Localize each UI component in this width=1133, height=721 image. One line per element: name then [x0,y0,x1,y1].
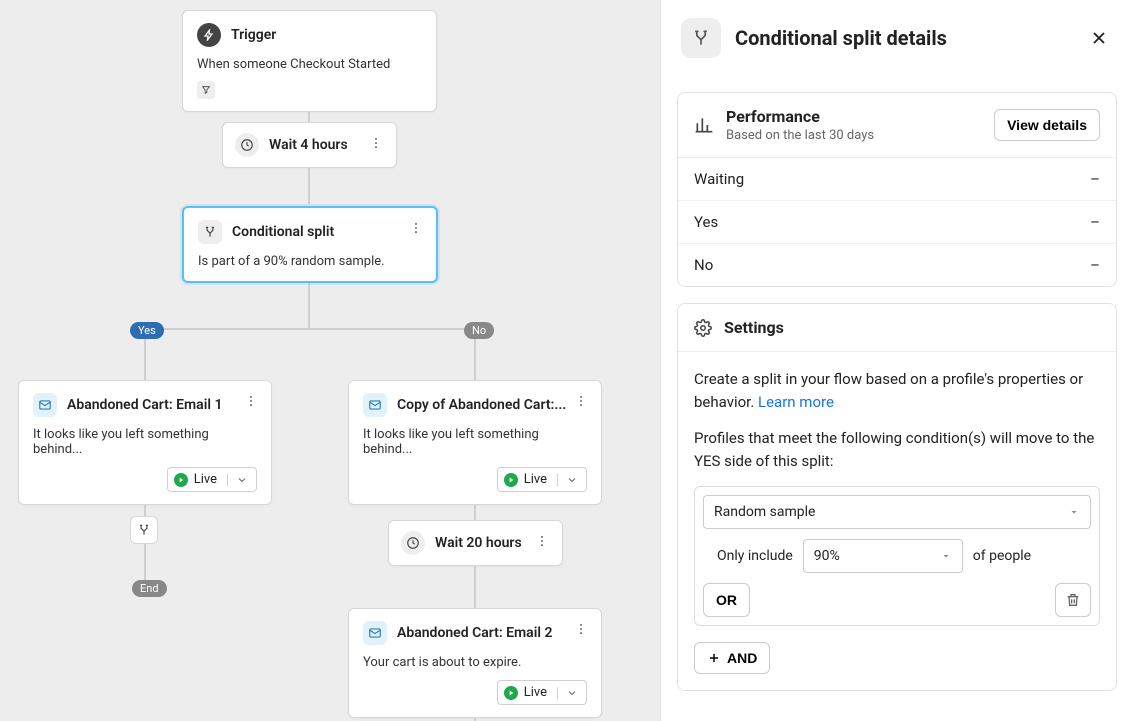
status-select[interactable]: Live [497,680,587,705]
branch-yes-badge: Yes [130,322,164,339]
add-and-button[interactable]: AND [694,642,770,674]
wait-node-1[interactable]: Wait 4 hours [222,122,397,168]
email-node-no[interactable]: Copy of Abandoned Cart:... It looks like… [348,380,602,505]
learn-more-link[interactable]: Learn more [758,393,834,411]
condition-type-value: Random sample [714,504,815,520]
status-label: Live [194,472,217,487]
condition-box: Random sample Only include 90% [694,486,1100,626]
trash-icon [1065,592,1081,608]
email-node-yes[interactable]: Abandoned Cart: Email 1 It looks like yo… [18,380,272,505]
filter-icon [197,81,215,99]
performance-panel: Performance Based on the last 30 days Vi… [677,92,1117,287]
node-menu-button[interactable] [366,133,386,153]
status-select[interactable]: Live [167,467,257,492]
trigger-node[interactable]: Trigger When someone Checkout Started [182,10,437,112]
email-desc: Your cart is about to expire. [363,655,587,670]
node-menu-button[interactable] [241,391,261,411]
mail-icon [363,393,387,417]
email-desc: It looks like you left something behind.… [363,427,587,457]
of-people-label: of people [973,548,1031,564]
stat-value: – [1090,213,1100,231]
stat-label: Yes [694,213,718,231]
clock-icon [401,531,425,555]
email-desc: It looks like you left something behind.… [33,427,257,457]
settings-title: Settings [724,318,784,337]
gear-icon [694,319,712,337]
split-title: Conditional split [232,224,334,240]
play-icon [504,473,518,487]
play-icon [174,473,188,487]
branch-end-badge: End [132,580,167,597]
connector [308,280,310,328]
split-desc: Is part of a 90% random sample. [198,254,422,269]
connector [144,328,474,330]
status-select[interactable]: Live [497,467,587,492]
chevron-down-icon [227,474,248,486]
chevron-down-icon [940,550,952,562]
status-label: Live [524,685,547,700]
settings-blurb-1: Create a split in your flow based on a p… [694,368,1100,413]
condition-type-select[interactable]: Random sample [703,495,1091,529]
chevron-down-icon [557,687,578,699]
stat-label: No [694,256,713,274]
percent-value: 90% [814,548,840,564]
or-button[interactable]: OR [703,583,750,617]
settings-blurb-2: Profiles that meet the following conditi… [694,427,1100,472]
and-label: AND [727,650,757,666]
split-icon [198,220,222,244]
branch-no-badge: No [464,322,494,339]
node-menu-button[interactable] [571,619,591,639]
stat-value: – [1090,256,1100,274]
status-label: Live [524,472,547,487]
bar-chart-icon [694,115,714,135]
mail-icon [363,621,387,645]
chevron-down-icon [1068,506,1080,518]
node-menu-button[interactable] [571,391,591,411]
wait-label: Wait 4 hours [269,137,348,153]
email-title: Abandoned Cart: Email 2 [397,625,552,641]
settings-text: Create a split in your flow based on a p… [694,370,1083,411]
performance-subtitle: Based on the last 30 days [726,128,982,143]
node-menu-button[interactable] [532,531,552,551]
stat-row-no: No – [678,243,1116,286]
panel-title: Conditional split details [735,26,1071,50]
node-menu-button[interactable] [406,218,426,238]
split-icon [681,18,721,58]
stat-value: – [1090,170,1100,188]
stat-row-yes: Yes – [678,200,1116,243]
view-details-button[interactable]: View details [994,109,1100,141]
trigger-title: Trigger [231,27,276,43]
mail-icon [33,393,57,417]
bolt-icon [197,23,221,47]
plus-icon [707,651,721,665]
trigger-desc: When someone Checkout Started [197,57,422,72]
chevron-down-icon [557,474,578,486]
conditional-split-node[interactable]: Conditional split Is part of a 90% rando… [182,206,438,283]
clock-icon [235,133,259,157]
split-node-mini[interactable] [130,516,158,544]
wait-node-2[interactable]: Wait 20 hours [388,520,563,566]
settings-panel: Settings Create a split in your flow bas… [677,303,1117,691]
email-title: Abandoned Cart: Email 1 [67,397,222,413]
stat-label: Waiting [694,170,744,188]
delete-condition-button[interactable] [1055,583,1091,617]
email-title: Copy of Abandoned Cart:... [397,397,566,413]
stat-row-waiting: Waiting – [678,158,1116,200]
performance-title: Performance [726,107,820,126]
email-node-2[interactable]: Abandoned Cart: Email 2 Your cart is abo… [348,608,602,718]
details-panel: Conditional split details Performance Ba… [660,0,1133,721]
wait-label: Wait 20 hours [435,535,522,551]
play-icon [504,686,518,700]
only-include-label: Only include [717,548,793,564]
percent-select[interactable]: 90% [803,539,963,573]
close-button[interactable] [1085,24,1113,52]
flow-canvas[interactable]: Yes No End Trigger When someone Checkout… [0,0,660,721]
